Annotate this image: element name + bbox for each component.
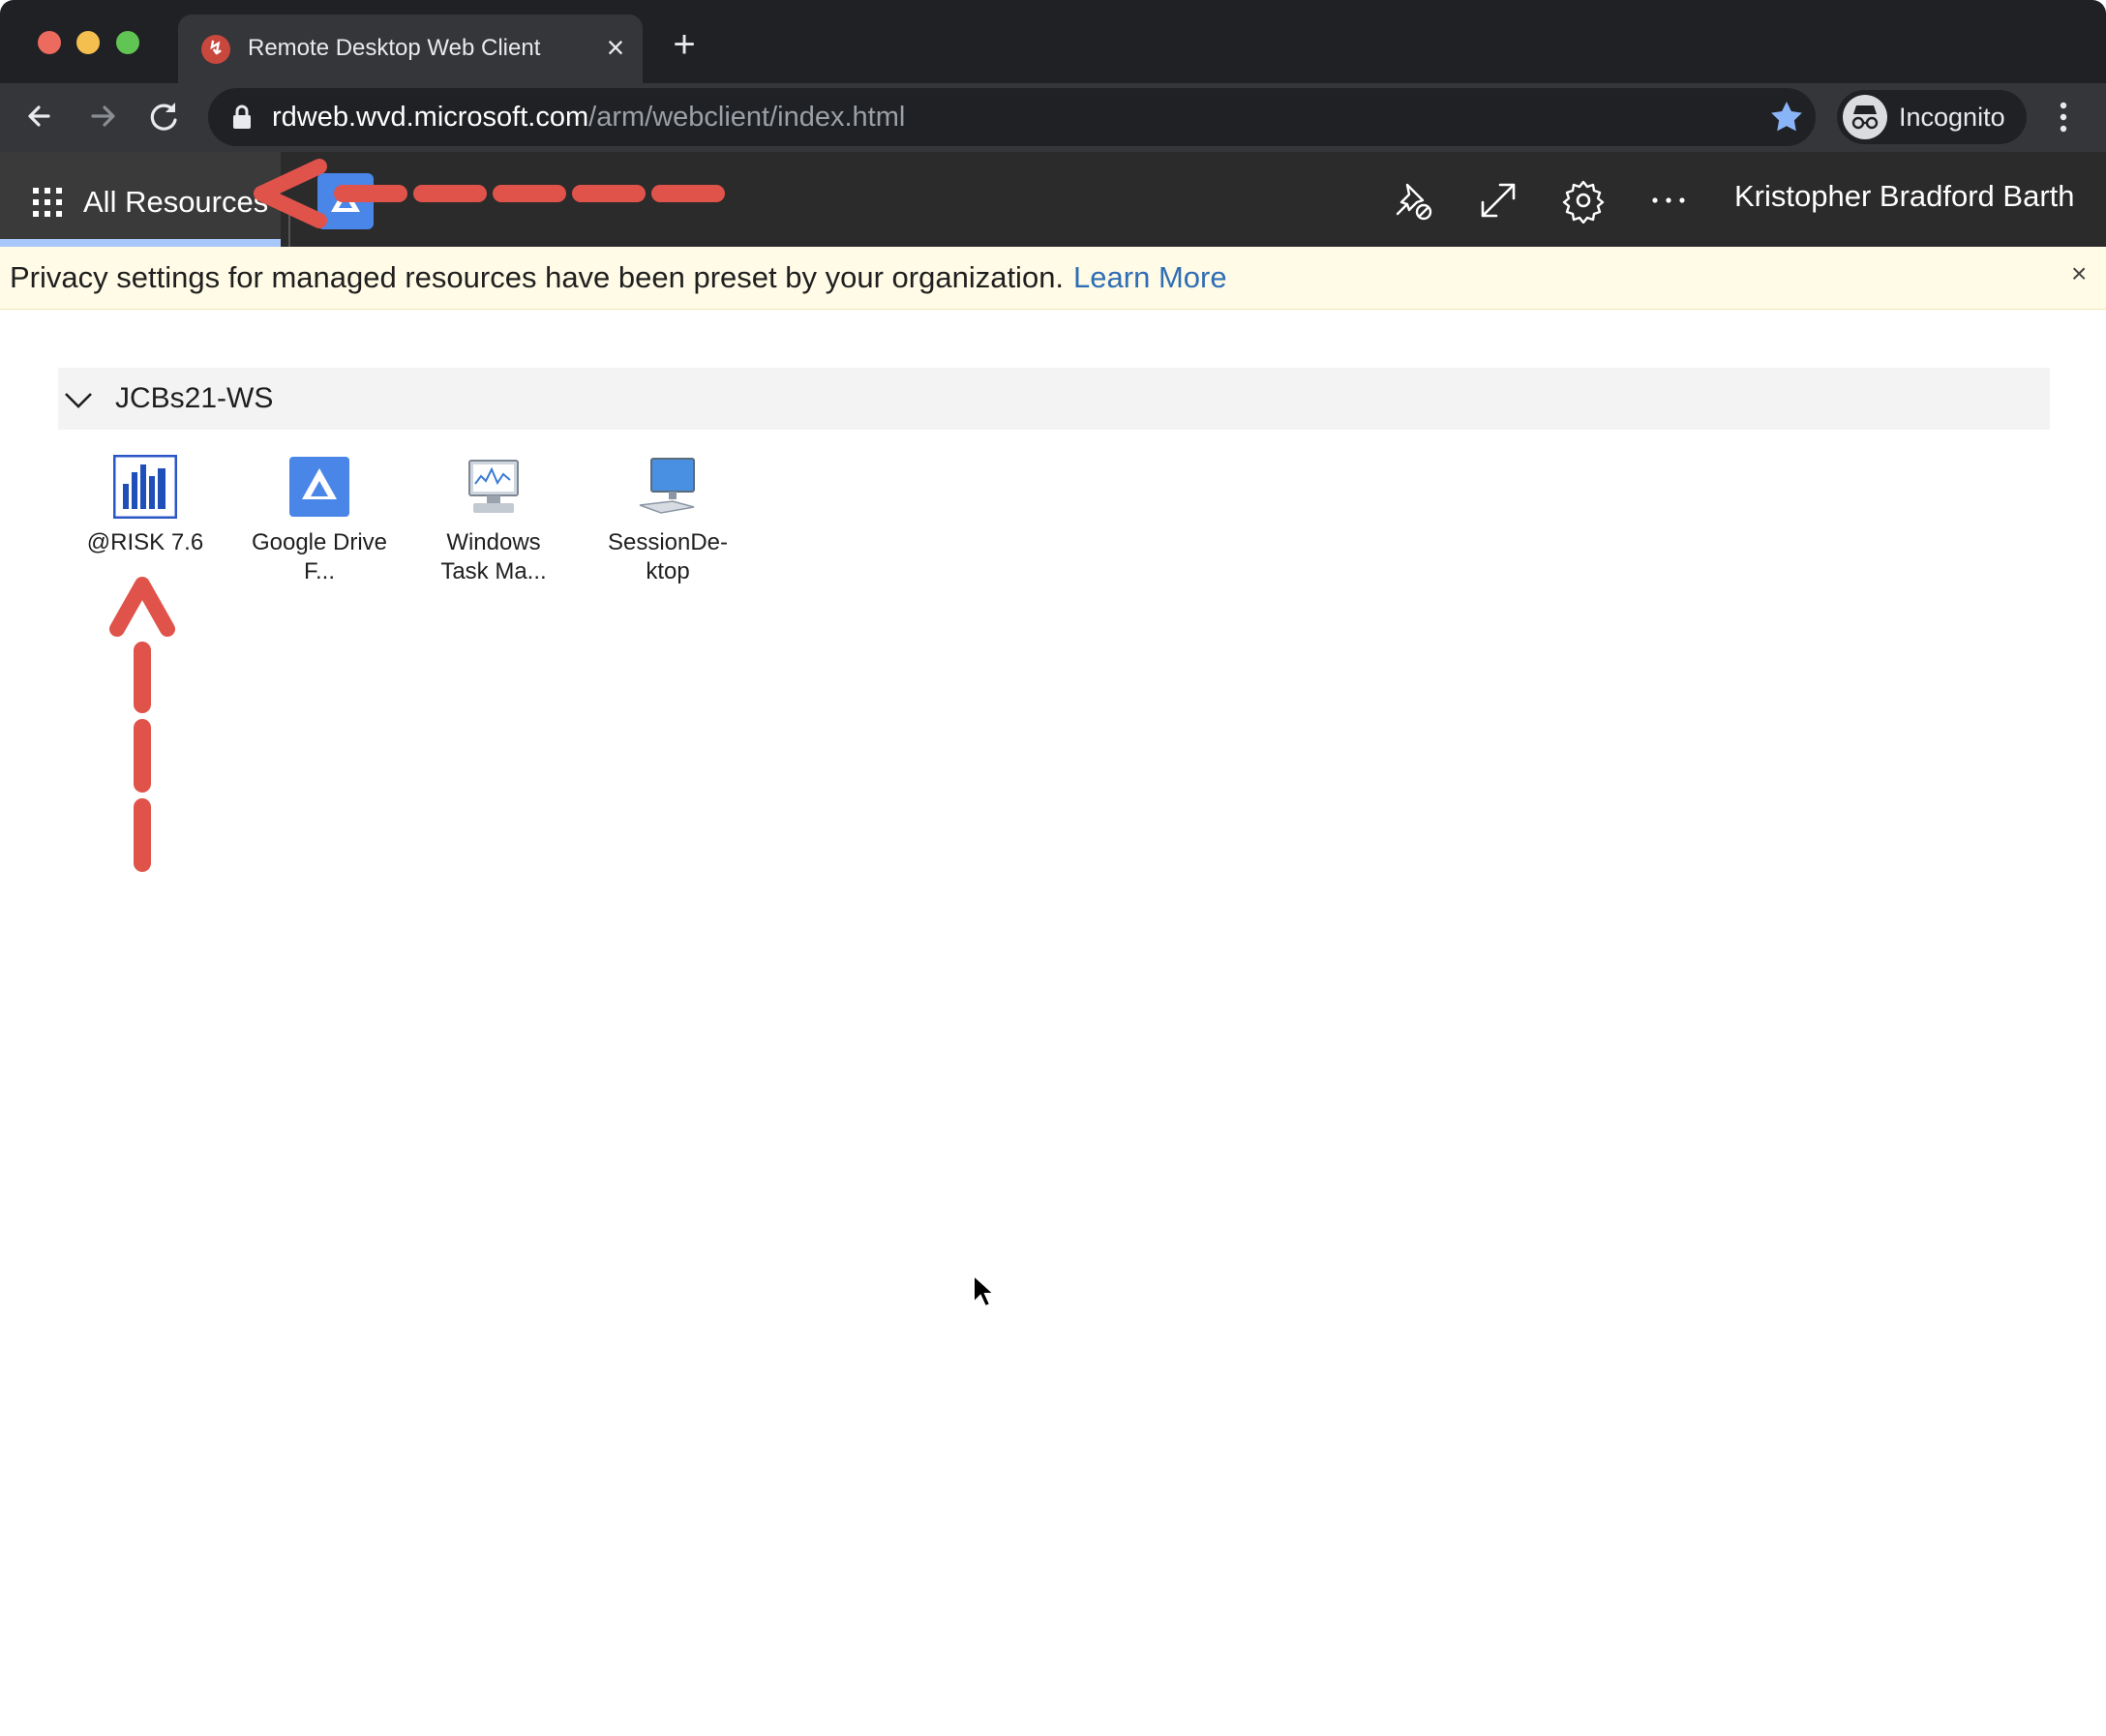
vertical-annotation-arrow: [109, 577, 175, 872]
browser-window: ↯ Remote Desktop Web Client × + rdweb.wv…: [0, 0, 2106, 1736]
annotation-arrows: [109, 159, 725, 872]
mouse-cursor-icon: [973, 1273, 995, 1308]
horizontal-annotation-arrow: [254, 159, 725, 228]
